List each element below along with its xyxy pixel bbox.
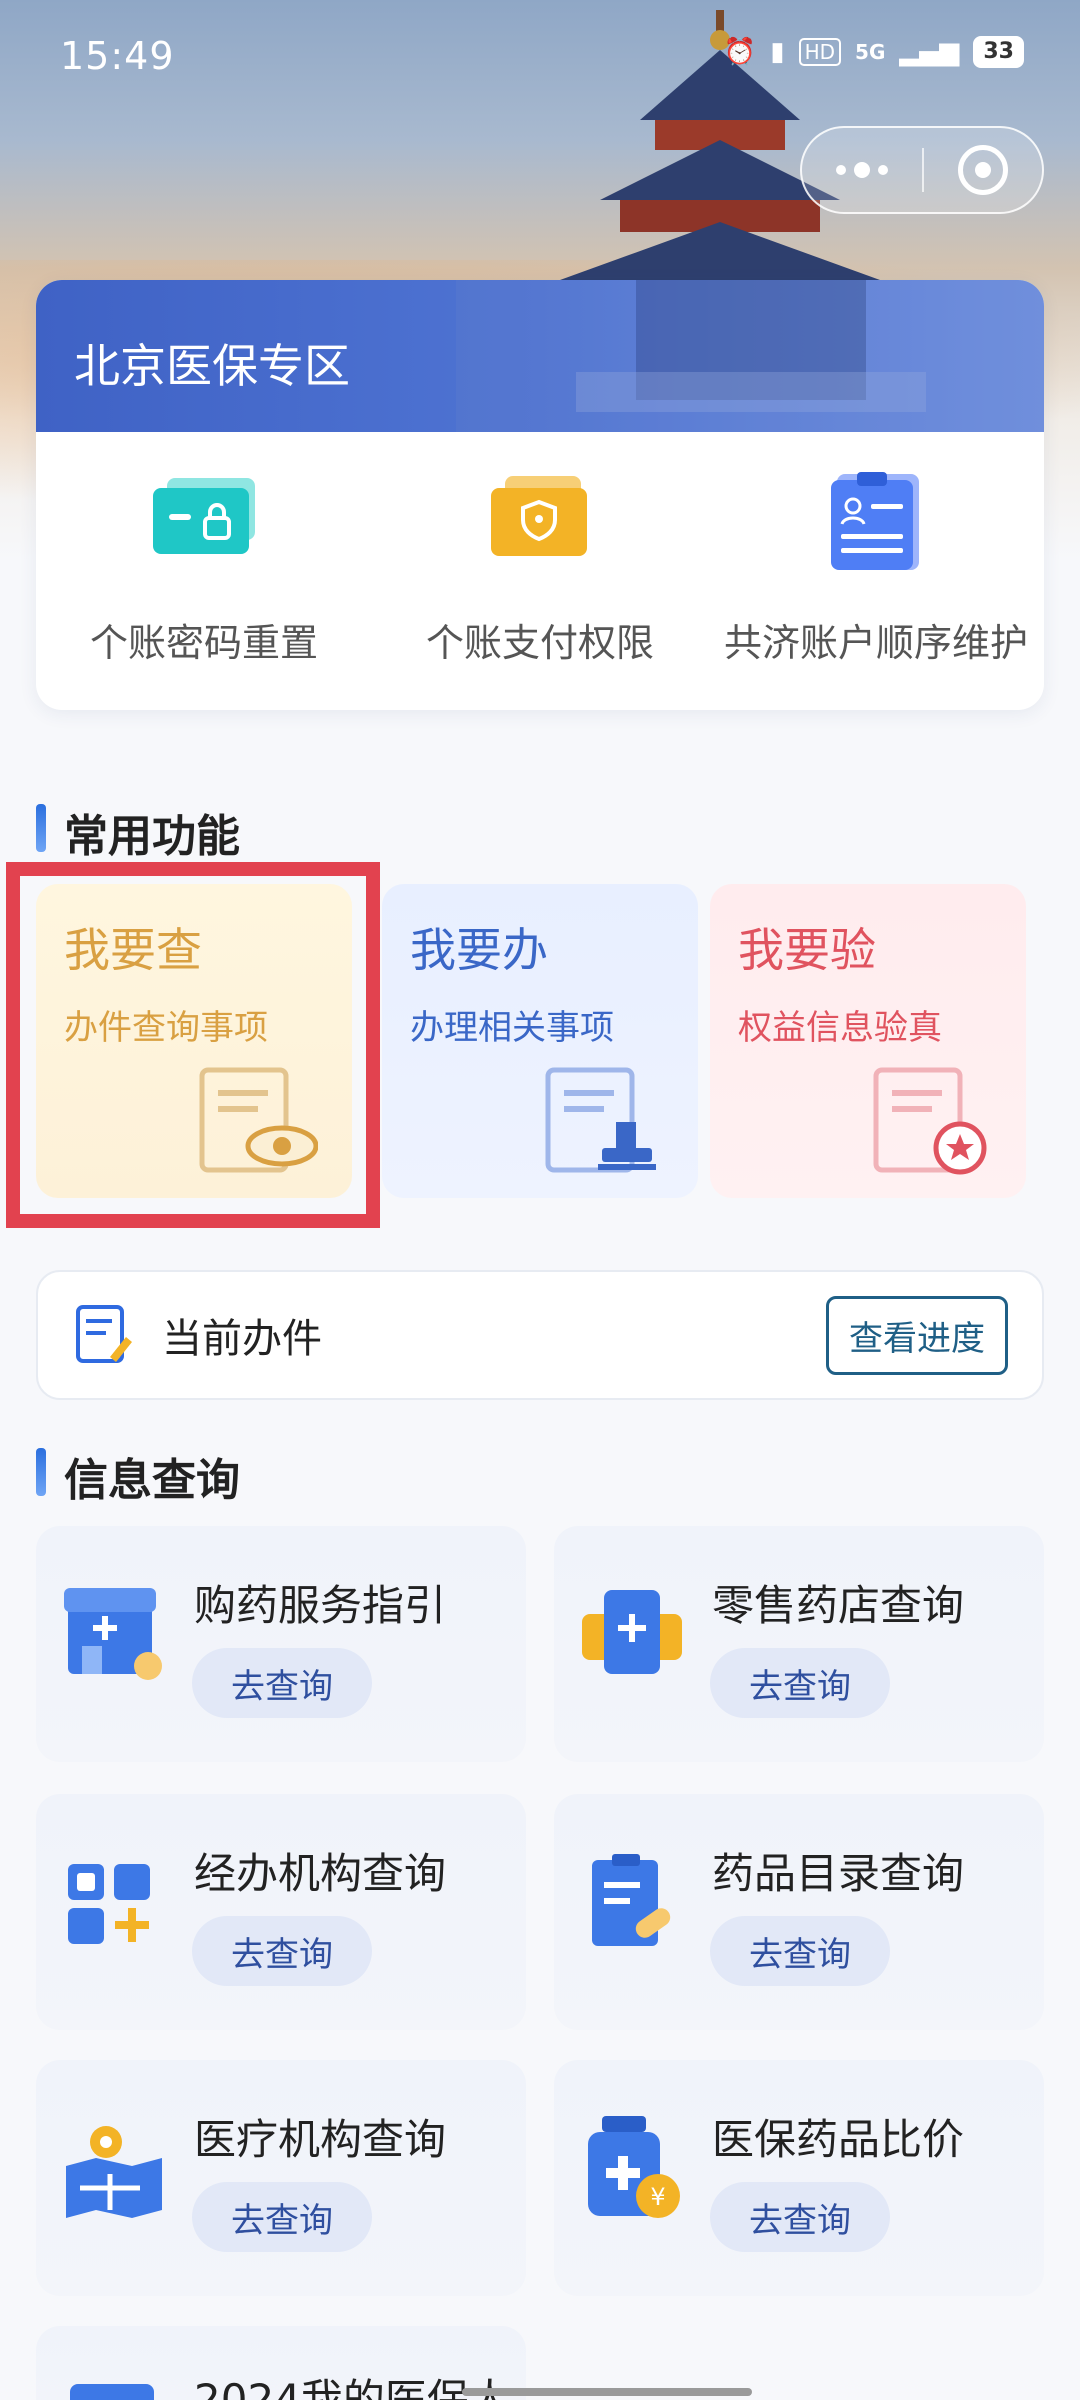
query-card[interactable]: 医疗机构查询 去查询 — [36, 2060, 526, 2296]
view-progress-button[interactable]: 查看进度 — [826, 1295, 1008, 1375]
grid-plus-icon — [68, 1864, 150, 1944]
current-task-bar: 当前办件 查看进度 — [36, 1270, 1044, 1400]
query-card[interactable]: 零售药店查询 去查询 — [554, 1526, 1044, 1762]
query-name: 购药服务指引 — [194, 1581, 447, 1630]
query-button[interactable]: 去查询 — [710, 1916, 890, 1986]
query-name: 零售药店查询 — [712, 1581, 965, 1630]
svg-text:¥: ¥ — [650, 2183, 665, 2211]
temple-base-image — [456, 280, 1044, 432]
query-button[interactable]: 去查询 — [710, 2182, 890, 2252]
network-icon: 5G — [855, 40, 886, 64]
more-dot-icon — [878, 165, 888, 175]
status-icons: ⏰ ▮ HD 5G ▂▄▆ 33 — [724, 36, 1024, 68]
map-pin-icon — [66, 2126, 162, 2218]
status-bar: 15:49 ⏰ ▮ HD 5G ▂▄▆ 33 — [0, 0, 1080, 110]
mini-program-capsule — [800, 126, 1044, 214]
query-button[interactable]: 去查询 — [710, 1648, 890, 1718]
hd-icon: HD — [798, 38, 842, 66]
current-task-label: 当前办件 — [162, 1316, 322, 1362]
shield-card-icon — [491, 476, 587, 556]
zone-item-label: 共济账户顺序维护 — [723, 621, 1028, 665]
query-card[interactable]: 购药服务指引 去查询 — [36, 1526, 526, 1762]
pharmacy-store-icon — [64, 1588, 162, 1680]
more-button[interactable] — [802, 128, 922, 212]
card-verify-title: 我要验 — [738, 923, 876, 977]
alarm-icon: ⏰ — [723, 37, 757, 67]
query-name: 经办机构查询 — [194, 1849, 447, 1898]
query-card[interactable]: 经办机构查询 去查询 — [36, 1794, 526, 2030]
query-card[interactable]: 药品目录查询 去查询 — [554, 1794, 1044, 2030]
medicine-price-icon: ¥ — [588, 2116, 680, 2218]
card-lock-icon — [153, 478, 255, 554]
section-title-info: 信息查询 — [36, 1444, 240, 1508]
zone-items: 个账密码重置 个账支付权限 共济账户顺序维护 — [36, 432, 1044, 710]
query-name: 医疗机构查询 — [194, 2115, 447, 2164]
section-title-common: 常用功能 — [36, 800, 240, 864]
drug-list-icon — [592, 1854, 671, 1946]
card-query[interactable]: 我要查 办件查询事项 — [36, 884, 352, 1198]
query-button[interactable]: 去查询 — [192, 2182, 372, 2252]
zone-item-label: 个账密码重置 — [89, 621, 318, 665]
query-card[interactable]: ¥ 医保药品比价 去查询 — [554, 2060, 1044, 2296]
beijing-zone-card: 北京医保专区 个账密码重置 个账支付权限 共济账户顺序维护 — [36, 280, 1044, 710]
query-name: 医保药品比价 — [712, 2115, 965, 2164]
card-query-subtitle: 办件查询事项 — [64, 1008, 268, 1048]
card-handle-subtitle: 办理相关事项 — [410, 1008, 614, 1048]
zone-item-payment-permission[interactable]: 个账支付权限 — [372, 432, 708, 710]
card-query-title: 我要查 — [64, 923, 202, 977]
home-indicator[interactable] — [462, 2388, 752, 2396]
zone-title: 北京医保专区 — [74, 339, 350, 393]
more-dot-icon — [854, 162, 870, 178]
clipboard-user-icon — [831, 472, 919, 570]
query-name: 药品目录查询 — [712, 1849, 965, 1898]
document-star-icon — [873, 1067, 987, 1175]
battery-icon: 33 — [973, 36, 1024, 68]
card-verify[interactable]: 我要验 权益信息验真 — [710, 884, 1026, 1198]
card-verify-subtitle: 权益信息验真 — [738, 1008, 942, 1048]
medicine-box-icon — [582, 1590, 682, 1674]
signal-icon: ▂▄▆ — [899, 37, 960, 67]
report-icon — [70, 2384, 154, 2400]
zone-header: 北京医保专区 — [36, 280, 1044, 432]
document-edit-icon — [76, 1305, 132, 1363]
query-button[interactable]: 去查询 — [192, 1916, 372, 1986]
vibrate-icon: ▮ — [770, 37, 785, 67]
close-button[interactable] — [924, 145, 1042, 195]
card-handle-title: 我要办 — [410, 923, 548, 977]
zone-item-password-reset[interactable]: 个账密码重置 — [36, 432, 372, 710]
document-eye-icon — [199, 1067, 318, 1173]
more-dot-icon — [836, 165, 846, 175]
status-time: 15:49 — [60, 34, 175, 78]
query-card[interactable]: 2024我的医保人 — [36, 2326, 526, 2400]
card-handle[interactable]: 我要办 办理相关事项 — [382, 884, 698, 1198]
query-button[interactable]: 去查询 — [192, 1648, 372, 1718]
close-target-icon — [958, 145, 1008, 195]
document-stamp-icon — [545, 1067, 656, 1173]
zone-item-account-order[interactable]: 共济账户顺序维护 — [708, 432, 1044, 710]
zone-item-label: 个账支付权限 — [425, 621, 654, 665]
